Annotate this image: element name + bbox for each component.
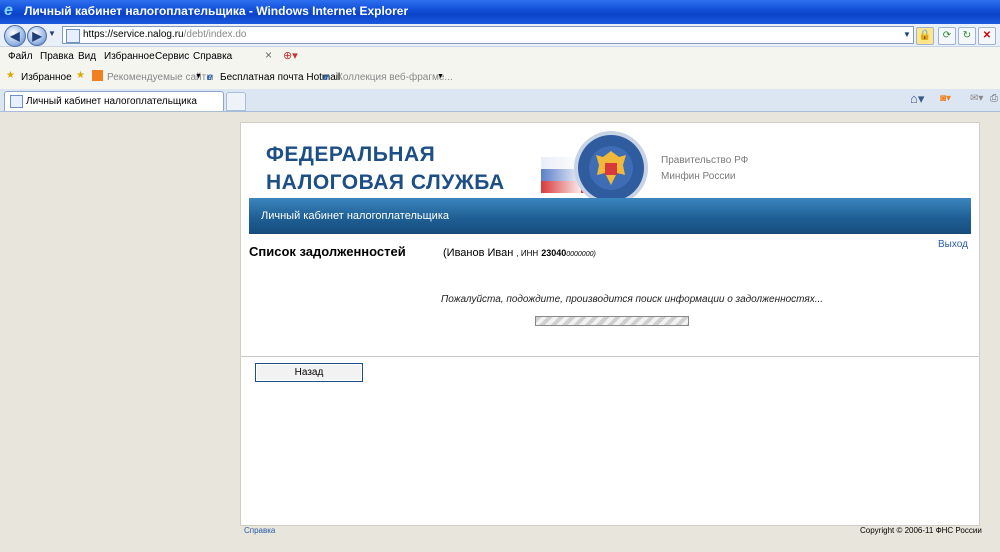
suggested-sites-icon	[92, 70, 103, 81]
home-icon[interactable]: ⌂▾	[910, 91, 924, 107]
address-toolbar: ◀ ▶ ▼ https://service.nalog.ru/debt/inde…	[0, 24, 1000, 47]
new-tab-button[interactable]	[226, 92, 246, 111]
history-dropdown-icon[interactable]: ▼	[48, 29, 56, 38]
close-icon[interactable]: ×	[265, 48, 272, 62]
lock-icon[interactable]: 🔒	[916, 27, 934, 45]
footer-help-link[interactable]: Справка	[244, 526, 275, 535]
user-name: (Иванов Иван	[443, 247, 514, 259]
rss-icon[interactable]: ◙▾	[940, 93, 951, 104]
favorites-star-icon[interactable]: ★	[6, 70, 15, 81]
menu-favorites[interactable]: Избранное	[104, 51, 155, 62]
add-favorite-icon[interactable]: ★	[76, 70, 85, 81]
inn-rest: 0000000)	[566, 251, 596, 258]
refresh-icon[interactable]: ↻	[958, 27, 976, 45]
loading-progress-bar	[535, 316, 689, 326]
page-viewport: ФЕДЕРАЛЬНАЯ НАЛОГОВАЯ СЛУЖБА Правительст…	[0, 112, 1000, 552]
page-icon	[10, 94, 23, 108]
page-title: Список задолженностей	[249, 244, 406, 259]
menu-file[interactable]: Файл	[8, 51, 33, 62]
divider	[241, 356, 979, 357]
address-dropdown-icon[interactable]: ▼	[903, 30, 911, 39]
footer-copyright: Copyright © 2006-11 ФНС России	[860, 526, 982, 535]
stop-icon[interactable]: ✕	[978, 27, 996, 45]
back-button[interactable]: Назад	[255, 363, 363, 382]
loading-message: Пожалуйста, подождите, производится поис…	[441, 294, 824, 305]
translate-icon[interactable]: ⊕▾	[283, 49, 298, 62]
address-bar[interactable]: https://service.nalog.ru/debt/index.do	[62, 26, 914, 44]
gov-text-line1: Правительство РФ	[661, 155, 749, 166]
page-banner: Личный кабинет налогоплательщика	[249, 198, 971, 234]
mail-icon[interactable]: ✉▾	[970, 93, 983, 104]
print-icon[interactable]: ⎙	[990, 93, 998, 104]
inn-label: , ИНН	[516, 249, 539, 258]
logo-text-line2: НАЛОГОВАЯ СЛУЖБА	[266, 171, 505, 194]
url-path: /debt/index.do	[183, 29, 247, 40]
ie-logo-icon: e	[4, 2, 13, 19]
menu-help[interactable]: Справка	[193, 51, 232, 62]
page-icon	[66, 29, 80, 43]
favorites-button[interactable]: Избранное	[21, 72, 72, 83]
window-title: Личный кабинет налогоплательщика - Windo…	[24, 4, 409, 18]
menu-edit[interactable]: Правка	[40, 51, 74, 62]
back-arrow-icon[interactable]: ◀	[4, 25, 26, 47]
main-card: ФЕДЕРАЛЬНАЯ НАЛОГОВАЯ СЛУЖБА Правительст…	[240, 122, 980, 526]
fav-web-slices[interactable]: Коллекция веб-фрагме...	[337, 72, 453, 83]
ie-page-icon: e	[207, 72, 213, 83]
menu-view[interactable]: Вид	[78, 51, 96, 62]
compatibility-icon[interactable]: ⟳	[938, 27, 956, 45]
inn-bold: 23040	[541, 248, 567, 258]
ie-page-icon: e	[323, 72, 329, 83]
favorites-bar: ★ Избранное ★ Рекомендуемые сайты ▼ e Бе…	[0, 67, 1000, 90]
tab-bar: Личный кабинет налогоплательщика ⌂▾ ◙▾ ✉…	[0, 89, 1000, 112]
gov-text-line2: Минфин России	[661, 171, 736, 182]
banner-title: Личный кабинет налогоплательщика	[261, 210, 449, 222]
menu-tools[interactable]: Сервис	[155, 51, 189, 62]
chevron-down-icon[interactable]: ▼	[437, 73, 444, 80]
menu-bar: Файл Правка Вид Избранное Сервис Справка…	[0, 47, 1000, 68]
user-info: (Иванов Иван , ИНН 230400000000)	[443, 247, 596, 259]
window-title-bar: e Личный кабинет налогоплательщика - Win…	[0, 0, 1000, 24]
logout-link[interactable]: Выход	[938, 239, 968, 250]
chevron-down-icon[interactable]: ▼	[195, 73, 202, 80]
logo-text-line1: ФЕДЕРАЛЬНАЯ	[266, 143, 436, 166]
url-host: https://service.nalog.ru	[83, 29, 184, 40]
tab-label: Личный кабинет налогоплательщика	[26, 96, 197, 107]
fns-emblem-icon	[541, 131, 648, 205]
forward-arrow-icon[interactable]: ▶	[27, 26, 47, 46]
tab-active[interactable]: Личный кабинет налогоплательщика	[4, 91, 224, 111]
